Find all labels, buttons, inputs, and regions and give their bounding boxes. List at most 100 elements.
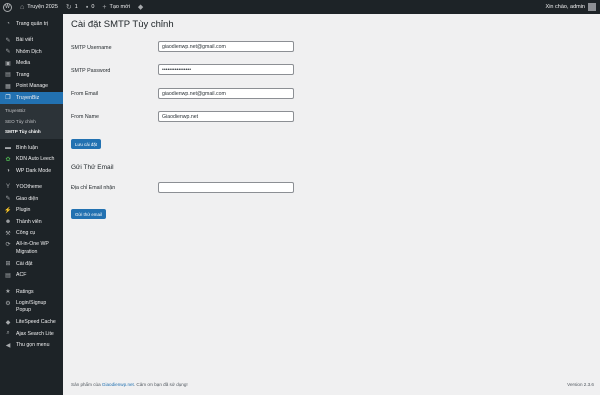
menu-label: YOOtheme xyxy=(16,184,42,191)
plugin-icon: ⚡ xyxy=(4,207,12,214)
settings-icon: ⊞ xyxy=(5,261,11,268)
migration-icon: ⟳ xyxy=(5,242,11,248)
submenu-truyenbiz[interactable]: TruyenBiz xyxy=(0,106,63,117)
menu-tools[interactable]: ⚒ Công cụ xyxy=(0,228,63,240)
comments-count: 0 xyxy=(91,4,95,10)
truyenbiz-submenu: TruyenBiz SEO Tùy chỉnh SMTP Tùy chỉnh xyxy=(0,103,63,139)
avatar xyxy=(588,3,596,11)
footer-suffix: . Cảm ơn bạn đã sử dụng! xyxy=(133,382,188,387)
new-label: Tạo mới xyxy=(109,4,130,10)
submenu-seo[interactable]: SEO Tùy chỉnh xyxy=(0,116,63,127)
menu-label: Trang quản trị xyxy=(16,20,49,27)
menu-wp-dark-mode[interactable]: ◑ WP Dark Mode xyxy=(0,165,63,177)
menu-point-manage[interactable]: ▦ Point Manage xyxy=(0,81,63,93)
footer-version: Version 2.3.6 xyxy=(567,382,594,387)
page-icon: ▤ xyxy=(5,72,11,79)
darkmode-icon: ◑ xyxy=(6,167,10,174)
from-name-label: From Name xyxy=(71,114,99,120)
menu-label: Ajax Search Lite xyxy=(16,330,54,337)
refresh-icon: ↻ xyxy=(65,4,72,11)
menu-pages[interactable]: ▤ Trang xyxy=(0,69,63,81)
comments-link[interactable]: ▪ 0 xyxy=(82,0,99,14)
from-email-label: From Email xyxy=(71,91,99,97)
diamond-icon: ◆ xyxy=(137,4,144,11)
wordpress-logo-icon[interactable]: W xyxy=(3,2,12,12)
menu-kdn-auto-leech[interactable]: ✿ KDN Auto Leech xyxy=(0,154,63,166)
menu-label: Thành viên xyxy=(16,218,42,225)
smtp-password-label: SMTP Password xyxy=(71,68,111,74)
smtp-password-field[interactable]: •••••••••••••••• xyxy=(158,64,294,75)
menu-label: ACF xyxy=(16,272,27,279)
menu-label: Point Manage xyxy=(16,83,49,90)
group-icon: ✎ xyxy=(5,49,11,56)
migration-line2: Migration xyxy=(16,248,38,255)
login-popup-line2: Popup xyxy=(16,307,32,313)
migration-line1: All-in-One WP xyxy=(16,241,49,247)
site-name-link[interactable]: ⌂ Truyện 2025 xyxy=(16,0,62,14)
appearance-icon: ✎ xyxy=(5,196,11,203)
menu-translation-groups[interactable]: ✎ Nhóm Dịch xyxy=(0,46,63,58)
site-name: Truyện 2025 xyxy=(27,4,58,10)
footer-credit: Sản phẩm của Giaodienwp.net. Cảm ơn bạn … xyxy=(71,382,188,387)
leech-icon: ✿ xyxy=(5,156,11,163)
yootheme-adminbar-link[interactable]: ◆ xyxy=(134,0,150,14)
menu-label: Thu gọn menu xyxy=(16,342,50,349)
admin-sidebar: ◔ Trang quản trị ✎ Bài viết ✎ Nhóm Dịch ▣ Me… xyxy=(0,14,63,395)
menu-all-in-one-migration[interactable]: ⟳ All-in-One WP Migration xyxy=(0,239,63,258)
comment-bubble-icon: ▪ xyxy=(85,3,89,11)
admin-bar: W ⌂ Truyện 2025 ↻ 1 ▪ 0 + Tạo mới ◆ Xin … xyxy=(0,0,600,14)
from-name-field[interactable]: Giaodienwp.net xyxy=(158,111,294,122)
recipient-email-label: Địa chỉ Email nhận xyxy=(71,185,116,191)
menu-label: Bình luận xyxy=(16,144,38,151)
acf-icon: ▤ xyxy=(5,272,11,279)
menu-users[interactable]: ☻ Thành viên xyxy=(0,216,63,228)
menu-plugins[interactable]: ⚡ Plugin xyxy=(0,205,63,217)
menu-appearance[interactable]: ✎ Giao diện xyxy=(0,193,63,205)
page-title: Cài đặt SMTP Tùy chỉnh xyxy=(71,19,174,30)
litespeed-icon: ◆ xyxy=(5,319,11,326)
menu-label: All-in-One WP Migration xyxy=(16,241,49,256)
send-test-email-button[interactable]: Gửi thử email xyxy=(71,209,106,219)
collapse-menu-button[interactable]: ◀ Thu gọn menu xyxy=(0,340,63,352)
menu-label: Login/Signup Popup xyxy=(16,300,46,315)
menu-media[interactable]: ▣ Media xyxy=(0,58,63,70)
login-popup-line1: Login/Signup xyxy=(16,299,47,306)
my-account-link[interactable]: Xin chào, admin xyxy=(546,3,600,11)
menu-acf[interactable]: ▤ ACF xyxy=(0,270,63,282)
recipient-email-field[interactable] xyxy=(158,182,294,193)
updates-link[interactable]: ↻ 1 xyxy=(62,0,82,14)
tools-icon: ⚒ xyxy=(5,230,11,237)
menu-truyenbiz[interactable]: ❐ TruyenBiz xyxy=(0,92,63,104)
menu-label: Công cụ xyxy=(16,230,36,237)
menu-yootheme[interactable]: Y YOOtheme xyxy=(0,182,63,194)
menu-comments[interactable]: ▬ Bình luận xyxy=(0,142,63,154)
new-content-link[interactable]: + Tạo mới xyxy=(98,0,134,14)
menu-label: Giao diện xyxy=(16,195,39,202)
menu-label: Trang xyxy=(16,71,30,78)
star-icon: ★ xyxy=(5,289,11,296)
menu-litespeed-cache[interactable]: ◆ LiteSpeed Cache xyxy=(0,317,63,329)
point-icon: ▦ xyxy=(5,83,11,90)
from-email-field[interactable]: giaodienwp.net@gmail.com xyxy=(158,88,294,99)
submenu-smtp[interactable]: SMTP Tùy chỉnh xyxy=(0,127,63,138)
smtp-username-field[interactable]: giaodienwp.net@gmail.com xyxy=(158,41,294,52)
footer-link[interactable]: Giaodienwp.net xyxy=(102,382,134,387)
send-test-section-title: Gửi Thử Email xyxy=(71,164,114,171)
menu-ajax-search-lite[interactable]: ⌕ Ajax Search Lite xyxy=(0,328,63,340)
media-icon: ▣ xyxy=(5,60,11,67)
users-icon: ☻ xyxy=(4,218,12,225)
menu-label: Cài đặt xyxy=(16,260,33,267)
updates-count: 1 xyxy=(74,4,78,10)
menu-dashboard[interactable]: ◔ Trang quản trị xyxy=(0,18,63,30)
menu-label: KDN Auto Leech xyxy=(16,156,55,163)
menu-posts[interactable]: ✎ Bài viết xyxy=(0,35,63,47)
search-icon: ⌕ xyxy=(6,330,10,337)
menu-settings[interactable]: ⊞ Cài đặt xyxy=(0,258,63,270)
menu-login-signup-popup[interactable]: ⚙ Login/Signup Popup xyxy=(0,298,63,317)
menu-ratings[interactable]: ★ Ratings xyxy=(0,286,63,298)
menu-label: Ratings xyxy=(16,288,34,295)
menu-label: Nhóm Dịch xyxy=(16,48,42,55)
comment-icon: ▬ xyxy=(5,144,11,151)
main-content: Cài đặt SMTP Tùy chỉnh SMTP Username gia… xyxy=(63,14,600,395)
save-settings-button[interactable]: Lưu cài đặt xyxy=(71,139,101,149)
